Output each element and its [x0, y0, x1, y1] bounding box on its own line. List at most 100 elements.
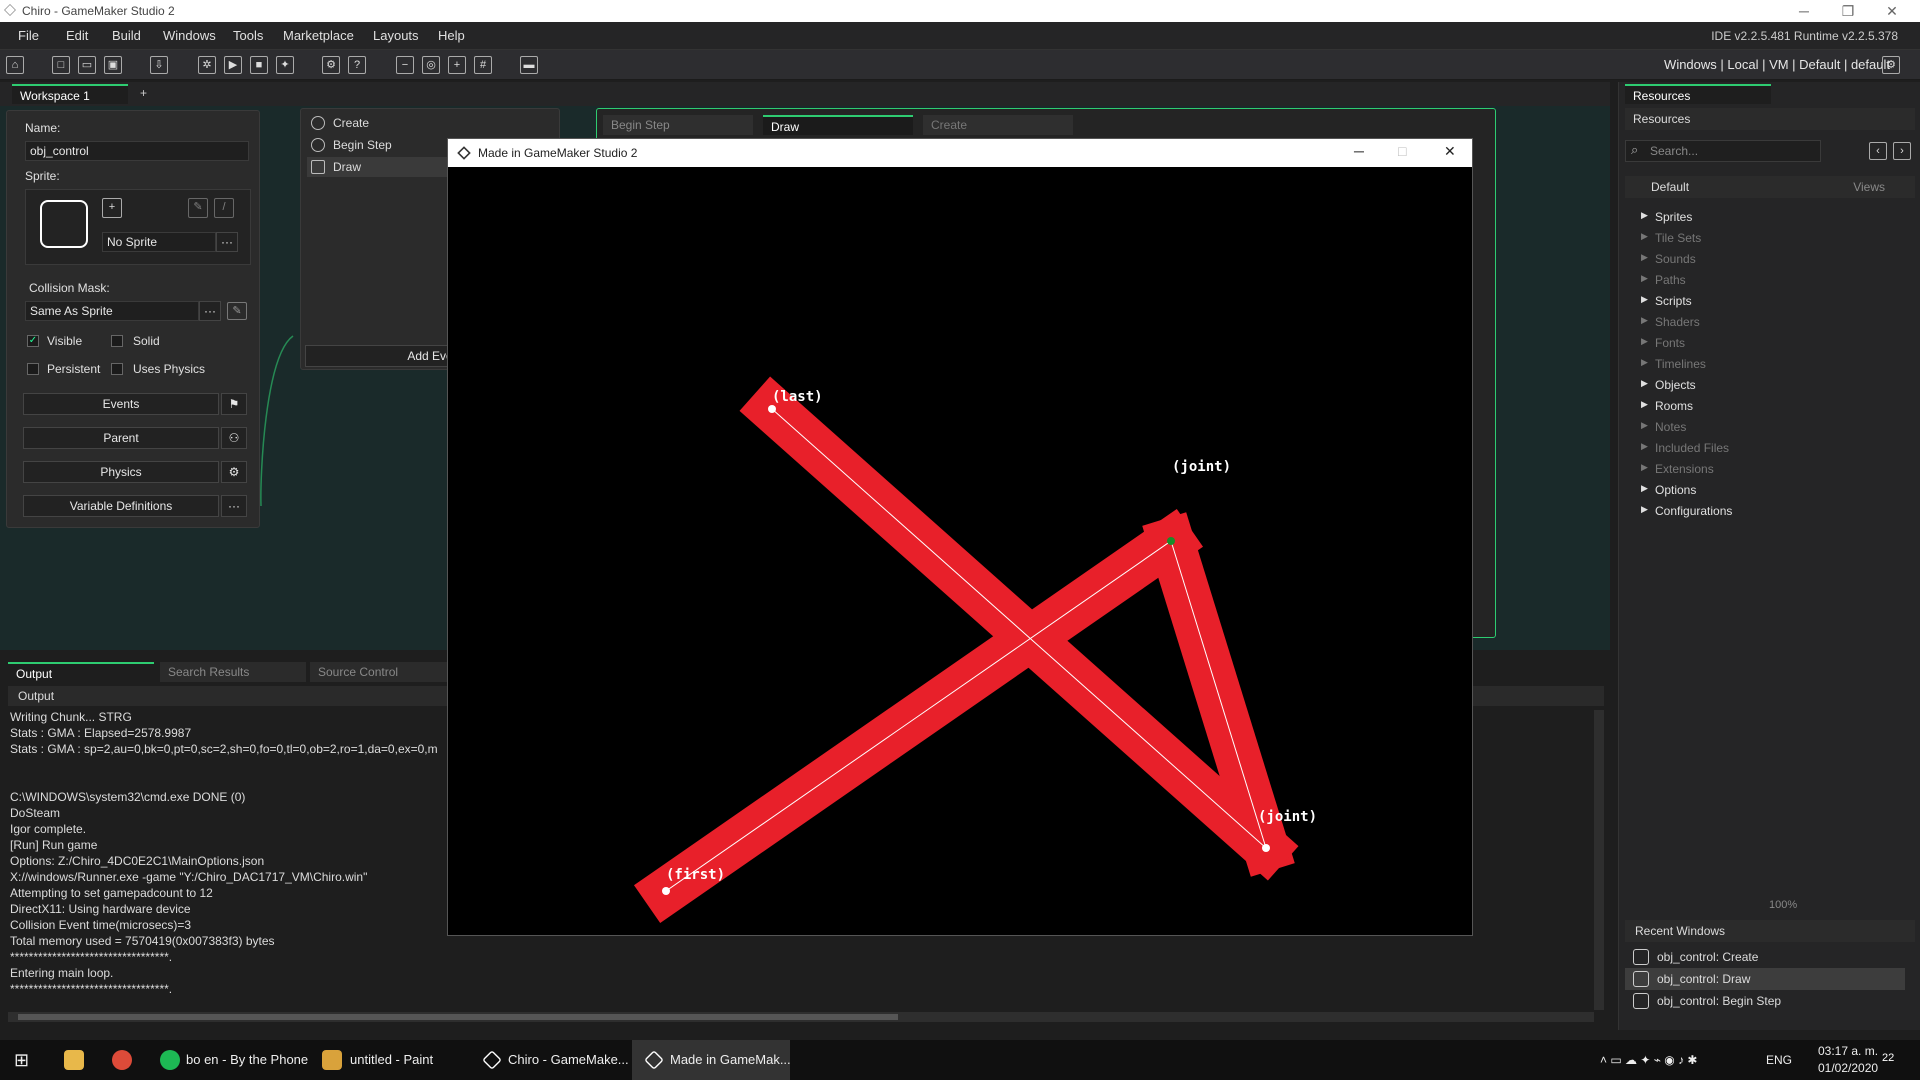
recent-window-item[interactable]: obj_control: Begin Step [1625, 990, 1905, 1012]
menu-tools[interactable]: Tools [233, 28, 263, 43]
grid-icon[interactable]: # [474, 56, 492, 74]
expand-arrow-icon[interactable]: ▶ [1641, 504, 1648, 515]
resource-item[interactable]: ▶ Sprites [1641, 210, 1692, 224]
solid-checkbox[interactable] [111, 335, 123, 347]
resource-item[interactable]: ▶ Fonts [1641, 336, 1685, 350]
tab-output[interactable]: Output [8, 662, 154, 682]
tab-search-results[interactable]: Search Results [160, 662, 306, 682]
mask-more-button[interactable]: ··· [199, 301, 221, 321]
game-maximize-button[interactable]: □ [1398, 143, 1406, 159]
resources-header[interactable]: Resources [1625, 108, 1915, 130]
taskbar-game-window[interactable]: Made in GameMak... [670, 1040, 791, 1080]
tab-begin-step[interactable]: Begin Step [603, 115, 753, 135]
persistent-checkbox[interactable] [27, 363, 39, 375]
sprite-select[interactable]: No Sprite [102, 232, 216, 252]
sprite-more-button[interactable]: ··· [216, 232, 238, 252]
flag-icon[interactable]: ⚑ [221, 393, 247, 415]
physics-gear-icon[interactable]: ⚙ [221, 461, 247, 483]
clock-time[interactable]: 03:17 a. m. [1818, 1044, 1878, 1058]
output-hscroll[interactable] [8, 1012, 1594, 1022]
resource-item[interactable]: ▶ Notes [1641, 420, 1686, 434]
back-icon[interactable]: ‹ [1869, 142, 1887, 160]
expand-arrow-icon[interactable]: ▶ [1641, 252, 1648, 263]
game-minimize-button[interactable]: ─ [1354, 143, 1364, 159]
resource-item[interactable]: ▶ Shaders [1641, 315, 1700, 329]
clock-date[interactable]: 01/02/2020 [1818, 1061, 1878, 1075]
expand-arrow-icon[interactable]: ▶ [1641, 378, 1648, 389]
sprite-pen-icon[interactable]: / [214, 198, 234, 218]
resource-item[interactable]: ▶ Configurations [1641, 504, 1732, 518]
minimize-button[interactable]: ─ [1790, 1, 1818, 21]
recent-window-item[interactable]: obj_control: Draw [1625, 968, 1905, 990]
menu-file[interactable]: File [18, 28, 39, 43]
sprite-edit-icon[interactable]: ✎ [188, 198, 208, 218]
run-icon[interactable]: ▶ [224, 56, 242, 74]
home-icon[interactable]: ⌂ [6, 56, 24, 74]
views-button[interactable]: Views [1853, 176, 1885, 198]
resource-item[interactable]: ▶ Sounds [1641, 252, 1696, 266]
tab-create[interactable]: Create [923, 115, 1073, 135]
variable-definitions-button[interactable]: Variable Definitions [23, 495, 219, 517]
notification-icon[interactable]: 22 [1882, 1052, 1894, 1064]
close-button[interactable]: ✕ [1878, 1, 1906, 21]
menu-marketplace[interactable]: Marketplace [283, 28, 354, 43]
resource-item[interactable]: ▶ Timelines [1641, 357, 1706, 371]
zoom-reset-icon[interactable]: ◎ [422, 56, 440, 74]
output-vscroll[interactable] [1594, 710, 1604, 1010]
chrome-icon[interactable] [112, 1050, 132, 1070]
game-close-button[interactable]: ✕ [1444, 143, 1456, 160]
stop-icon[interactable]: ■ [250, 56, 268, 74]
debug-icon[interactable]: ✲ [198, 56, 216, 74]
expand-arrow-icon[interactable]: ▶ [1641, 294, 1648, 305]
expand-arrow-icon[interactable]: ▶ [1641, 210, 1648, 221]
explorer-icon[interactable] [64, 1050, 84, 1070]
paint-icon[interactable] [322, 1050, 342, 1070]
target-selector[interactable]: Windows | Local | VM | Default | default [1664, 57, 1890, 72]
mask-edit-icon[interactable]: ✎ [227, 302, 247, 320]
resource-item[interactable]: ▶ Objects [1641, 378, 1696, 392]
uses-physics-checkbox[interactable] [111, 363, 123, 375]
taskbar-spotify[interactable]: bo en - By the Phone [186, 1040, 308, 1080]
resource-item[interactable]: ▶ Paths [1641, 273, 1686, 287]
expand-arrow-icon[interactable]: ▶ [1641, 231, 1648, 242]
maximize-button[interactable]: ❐ [1834, 1, 1862, 21]
window-icon[interactable]: ▬ [520, 56, 538, 74]
sprite-preview[interactable] [40, 200, 88, 248]
menu-edit[interactable]: Edit [66, 28, 88, 43]
hierarchy-icon[interactable]: ⚇ [221, 427, 247, 449]
event-create[interactable]: Create [307, 113, 507, 133]
expand-arrow-icon[interactable]: ▶ [1641, 315, 1648, 326]
tab-resources[interactable]: Resources [1625, 84, 1771, 104]
forward-icon[interactable]: › [1893, 142, 1911, 160]
expand-arrow-icon[interactable]: ▶ [1641, 462, 1648, 473]
events-button[interactable]: Events [23, 393, 219, 415]
save-icon[interactable]: ▣ [104, 56, 122, 74]
name-input[interactable]: obj_control [25, 141, 249, 161]
parent-button[interactable]: Parent [23, 427, 219, 449]
taskbar-paint[interactable]: untitled - Paint [350, 1040, 433, 1080]
language-indicator[interactable]: ENG [1766, 1040, 1792, 1080]
expand-arrow-icon[interactable]: ▶ [1641, 336, 1648, 347]
zoom-in-icon[interactable]: + [448, 56, 466, 74]
expand-arrow-icon[interactable]: ▶ [1641, 441, 1648, 452]
mask-select[interactable]: Same As Sprite [25, 301, 199, 321]
open-project-icon[interactable]: ▭ [78, 56, 96, 74]
visible-checkbox[interactable]: ✓ [27, 335, 39, 347]
resource-item[interactable]: ▶ Tile Sets [1641, 231, 1701, 245]
expand-arrow-icon[interactable]: ▶ [1641, 420, 1648, 431]
gamemaker-icon[interactable] [482, 1050, 502, 1070]
physics-button[interactable]: Physics [23, 461, 219, 483]
new-project-icon[interactable]: □ [52, 56, 70, 74]
clean-icon[interactable]: ✦ [276, 56, 294, 74]
start-icon[interactable]: ⊞ [14, 1040, 29, 1080]
resource-item[interactable]: ▶ Extensions [1641, 462, 1714, 476]
resource-group[interactable]: Default Views [1625, 176, 1915, 198]
menu-layouts[interactable]: Layouts [373, 28, 419, 43]
resource-item[interactable]: ▶ Scripts [1641, 294, 1692, 308]
package-icon[interactable]: ⇩ [150, 56, 168, 74]
tab-draw[interactable]: Draw [763, 115, 913, 135]
game-window[interactable]: Made in GameMaker Studio 2 ─ □ ✕ (last) … [447, 138, 1473, 936]
menu-windows[interactable]: Windows [163, 28, 216, 43]
target-gear-icon[interactable]: ⚙ [1882, 56, 1900, 74]
tab-source-control[interactable]: Source Control [310, 662, 450, 682]
